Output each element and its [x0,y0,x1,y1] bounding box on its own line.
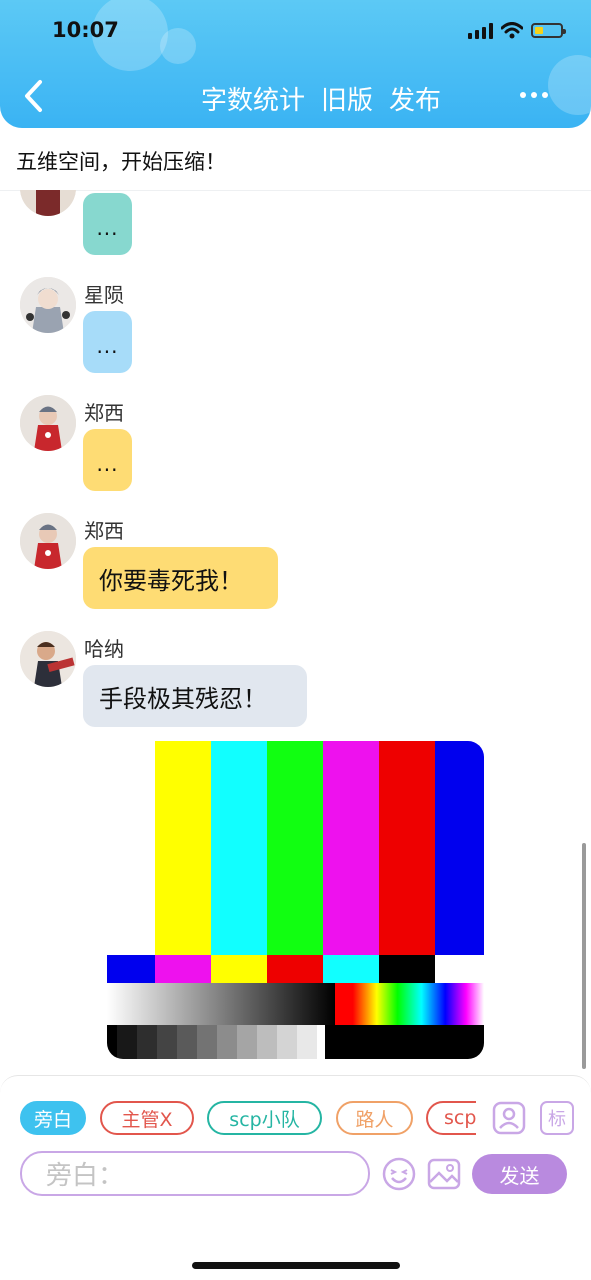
status-time: 10:07 [52,18,119,42]
emoji-icon[interactable] [381,1156,417,1192]
page-title: 五维空间，开始压缩！ [16,150,226,174]
battery-icon [531,23,566,38]
avatar[interactable] [20,513,76,569]
decor-bubble [548,55,591,115]
publish-button[interactable]: 发布 [389,80,441,117]
chat-bubble: 你要毒死我！ [83,547,278,609]
message-text: ... [96,452,119,476]
sender-name: 郑西 [84,519,124,543]
avatar[interactable] [20,277,76,333]
word-count-button[interactable]: 字数统计 [201,80,305,117]
message-text: ... [96,334,119,358]
sender-name: 星陨 [84,283,124,307]
home-indicator[interactable] [192,1262,400,1269]
sender-name: 郑西 [84,401,124,425]
scrollbar[interactable] [582,843,586,1069]
cellular-signal-icon [468,22,493,39]
header-nav: 字数统计 旧版 发布 [201,80,441,117]
role-chip-scp-team[interactable]: scp小队 [207,1101,322,1135]
sender-name: 哈纳 [84,637,124,661]
header-bar: 10:07 字数统计 旧版 发布 [0,0,591,128]
chip-overflow-clip: scp [426,1101,476,1135]
chat-bubble: 手段极其残忍！ [83,665,307,727]
status-icons [468,22,566,39]
role-chip-scp[interactable]: scp [426,1101,476,1135]
role-chip-narrator[interactable]: 旁白 [20,1101,86,1135]
chat-area[interactable]: ... 星陨 ... 郑西 ... 郑西 你要毒死我！ 哈纳 手段极其残忍！ [0,190,591,1075]
avatar[interactable] [20,395,76,451]
old-version-button[interactable]: 旧版 [321,80,373,117]
tag-icon[interactable]: 标 [540,1101,574,1135]
chat-bubble: ... [83,311,132,373]
role-card-icon[interactable] [492,1101,526,1135]
decor-bubble [160,28,196,64]
back-arrow-icon[interactable] [20,78,48,114]
chat-bubble: ... [83,429,132,491]
message-text: 手段极其残忍！ [99,684,267,713]
chat-bubble: ... [83,193,132,255]
role-chip-passerby[interactable]: 路人 [336,1101,413,1135]
avatar[interactable] [20,631,76,687]
send-button[interactable]: 发送 [472,1154,567,1194]
role-chip-manager-x[interactable]: 主管X [100,1101,194,1135]
avatar[interactable] [20,190,76,216]
message-text: 你要毒死我！ [99,566,243,595]
color-bars-test-pattern-image[interactable] [107,741,484,1059]
more-options-icon[interactable] [520,92,548,98]
wifi-icon [501,22,523,39]
message-input[interactable]: 旁白： [20,1151,370,1196]
message-text: ... [96,216,119,240]
image-icon[interactable] [426,1156,462,1192]
